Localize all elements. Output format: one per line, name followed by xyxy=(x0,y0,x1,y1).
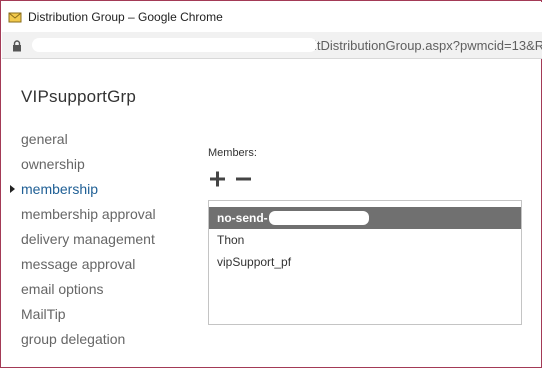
members-list: no-send- Thon vipSupport_pf xyxy=(209,207,521,273)
nav-item-label: membership xyxy=(21,181,99,197)
url-redaction xyxy=(32,38,317,52)
lock-icon xyxy=(12,39,22,52)
remove-member-button[interactable] xyxy=(235,170,253,188)
plus-icon xyxy=(210,171,225,187)
url-text[interactable]: itDistributionGroup.aspx?pwmcid=13&R xyxy=(314,38,542,53)
browser-window: Distribution Group – Google Chrome itDis… xyxy=(0,0,542,368)
nav-item-label: email options xyxy=(21,281,104,297)
nav-item-mailtip[interactable]: MailTip xyxy=(21,304,156,329)
nav-item-label: MailTip xyxy=(21,306,66,322)
member-name: vipSupport_pf xyxy=(217,255,292,269)
minus-icon xyxy=(236,177,251,181)
nav-item-ownership[interactable]: ownership xyxy=(21,154,156,179)
nav-item-label: message approval xyxy=(21,256,136,272)
title-bar: Distribution Group – Google Chrome xyxy=(2,2,542,32)
nav-item-email-options[interactable]: email options xyxy=(21,279,156,304)
name-redaction xyxy=(254,233,304,247)
section-nav: general ownership membership membership … xyxy=(10,129,156,354)
member-row[interactable]: Thon xyxy=(209,229,521,251)
nav-item-label: membership approval xyxy=(21,206,156,222)
nav-item-group-delegation[interactable]: group delegation xyxy=(21,329,156,354)
member-row[interactable]: vipSupport_pf xyxy=(209,251,521,273)
member-name: Thon xyxy=(217,233,245,247)
name-redaction xyxy=(269,211,369,225)
member-row[interactable]: no-send- xyxy=(209,207,521,229)
nav-item-membership-approval[interactable]: membership approval xyxy=(21,204,156,229)
members-label: Members: xyxy=(208,147,257,159)
nav-item-label: general xyxy=(21,131,68,147)
page-title: VIPsupportGrp xyxy=(21,87,137,106)
nav-item-label: group delegation xyxy=(21,331,126,347)
add-member-button[interactable] xyxy=(209,170,227,188)
nav-item-message-approval[interactable]: message approval xyxy=(21,254,156,279)
selected-arrow-icon xyxy=(10,185,15,193)
member-name: no-send- xyxy=(217,211,268,225)
nav-item-membership[interactable]: membership xyxy=(10,179,156,204)
nav-item-delivery-management[interactable]: delivery management xyxy=(21,229,156,254)
nav-item-label: ownership xyxy=(21,156,85,172)
nav-item-general[interactable]: general xyxy=(21,129,156,154)
address-bar[interactable]: itDistributionGroup.aspx?pwmcid=13&R xyxy=(2,32,542,59)
distribution-group-icon xyxy=(8,10,22,24)
nav-item-label: delivery management xyxy=(21,231,155,247)
members-list-box[interactable]: no-send- Thon vipSupport_pf xyxy=(208,200,522,325)
window-title: Distribution Group – Google Chrome xyxy=(28,10,223,24)
